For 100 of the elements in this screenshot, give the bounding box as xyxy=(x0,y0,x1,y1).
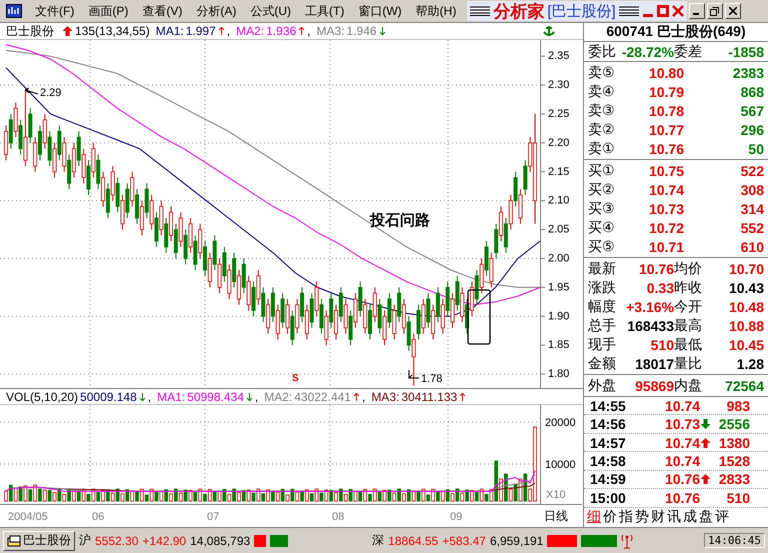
market-label: 深 xyxy=(372,532,384,549)
menu-item[interactable]: 公式(U) xyxy=(243,2,298,20)
order-volume: 50 xyxy=(747,140,764,156)
candlestick xyxy=(28,108,32,144)
menu-item[interactable]: 窗口(W) xyxy=(351,2,409,20)
highlight-rectangle xyxy=(467,289,491,345)
indicator-label: MA3: xyxy=(316,24,345,38)
order-label: 买③ xyxy=(588,200,616,218)
candlestick xyxy=(212,234,217,271)
quote-label: 委比 xyxy=(588,43,617,61)
candlestick xyxy=(110,166,115,202)
menu-lines-icon xyxy=(618,6,639,16)
market-volume: 6,959,191 xyxy=(490,534,544,548)
signal-marker: S xyxy=(292,373,299,384)
axis-label: 2.05 xyxy=(548,224,570,236)
panel-tab[interactable]: 盘 xyxy=(698,508,714,526)
stock-button[interactable]: 巴士股份 xyxy=(3,530,75,550)
tick-time: 14:59 xyxy=(590,471,627,488)
tick-volume: 2833 xyxy=(718,471,750,488)
candlestick xyxy=(295,298,300,334)
menu-item[interactable]: 画面(P) xyxy=(81,2,136,20)
stock-title: 600741 巴士股份(649) xyxy=(584,23,768,42)
close-icon[interactable] xyxy=(672,5,684,17)
panel-tab[interactable]: 成 xyxy=(682,508,698,526)
axis-label: 1.90 xyxy=(548,310,570,322)
indicator-value: 1.997 xyxy=(186,24,216,38)
candlestick xyxy=(82,148,86,184)
tick-price: 10.74 xyxy=(664,398,700,414)
order-label: 买② xyxy=(588,180,616,198)
quote-label: 内盘 xyxy=(674,376,703,394)
candlestick xyxy=(460,286,464,323)
panel-tab[interactable]: 财 xyxy=(650,508,666,526)
menu-item[interactable]: 帮助(H) xyxy=(408,2,464,20)
tick-price: 10.74 xyxy=(664,453,700,470)
menu-item[interactable]: 查看(V) xyxy=(135,2,190,20)
quote-value: 10.43 xyxy=(728,280,764,296)
leader-arrow xyxy=(408,370,420,378)
candlestick xyxy=(101,171,106,207)
candlestick xyxy=(508,194,513,230)
candlestick xyxy=(387,292,392,328)
panel-tab[interactable]: 指 xyxy=(618,508,634,526)
candlestick xyxy=(358,281,362,317)
candlestick xyxy=(18,119,23,155)
candlestick xyxy=(310,292,314,328)
minimize-button[interactable] xyxy=(688,3,705,19)
quote-label: 委差 xyxy=(674,43,703,61)
maximize-icon[interactable] xyxy=(656,5,669,17)
panel-tab[interactable]: 讯 xyxy=(666,508,682,526)
close-button[interactable] xyxy=(724,3,741,19)
panel-tab[interactable]: 势 xyxy=(634,508,650,526)
tick-price: 10.76 xyxy=(664,490,700,506)
axis-label: 2.00 xyxy=(548,252,570,264)
candlestick xyxy=(227,264,232,300)
candlestick xyxy=(319,298,324,334)
order-label: 卖③ xyxy=(588,102,616,120)
indicator-label: MA1: xyxy=(156,24,184,38)
candlestick xyxy=(290,310,294,346)
candlestick xyxy=(378,298,382,334)
quote-label: 总手 xyxy=(588,316,617,334)
candlestick xyxy=(33,136,38,172)
candlestick xyxy=(252,281,256,317)
candlestick xyxy=(334,304,338,340)
menu-item[interactable]: 分析(A) xyxy=(189,2,244,20)
axis-label: 2.15 xyxy=(548,166,570,178)
axis-label: 10000 xyxy=(545,459,576,472)
index-value: 18864.55 xyxy=(388,534,438,548)
candlestick xyxy=(52,142,57,178)
quote-label: 幅度 xyxy=(588,298,617,316)
candlestick xyxy=(4,125,8,161)
candlestick xyxy=(72,142,76,178)
candlestick xyxy=(23,90,28,167)
restore-button[interactable] xyxy=(706,3,723,19)
order-price: 10.75 xyxy=(648,162,684,178)
candlestick xyxy=(300,286,304,323)
candlestick xyxy=(266,298,270,334)
menu-item[interactable]: 文件(F) xyxy=(28,2,82,20)
app-logo-icon[interactable] xyxy=(6,4,22,18)
candlestick xyxy=(232,252,236,288)
tick-time: 14:55 xyxy=(590,398,627,414)
panel-tab[interactable]: 价 xyxy=(602,508,618,526)
quote-label: 涨跌 xyxy=(588,278,617,296)
order-label: 卖④ xyxy=(588,82,616,100)
candlestick xyxy=(14,102,18,138)
indicator-label: MA3: xyxy=(371,390,400,404)
quote-value: +3.16% xyxy=(625,298,674,314)
candlestick xyxy=(406,316,411,352)
axis-label: 2.25 xyxy=(548,108,570,120)
separator: , xyxy=(148,390,152,404)
candlestick xyxy=(48,130,52,167)
panel-tab[interactable]: 评 xyxy=(714,508,730,526)
candlestick xyxy=(392,304,396,340)
tick-time: 14:57 xyxy=(590,434,627,451)
candlestick xyxy=(474,270,479,306)
menu-item[interactable]: 工具(T) xyxy=(298,2,352,20)
candlestick xyxy=(431,304,436,340)
panel-tab[interactable]: 细 xyxy=(586,508,602,526)
candlestick xyxy=(246,275,251,311)
formula-label: 135(13,34,55) xyxy=(75,24,150,38)
quote-value: -28.72% xyxy=(620,44,674,60)
separator: , xyxy=(307,24,311,38)
